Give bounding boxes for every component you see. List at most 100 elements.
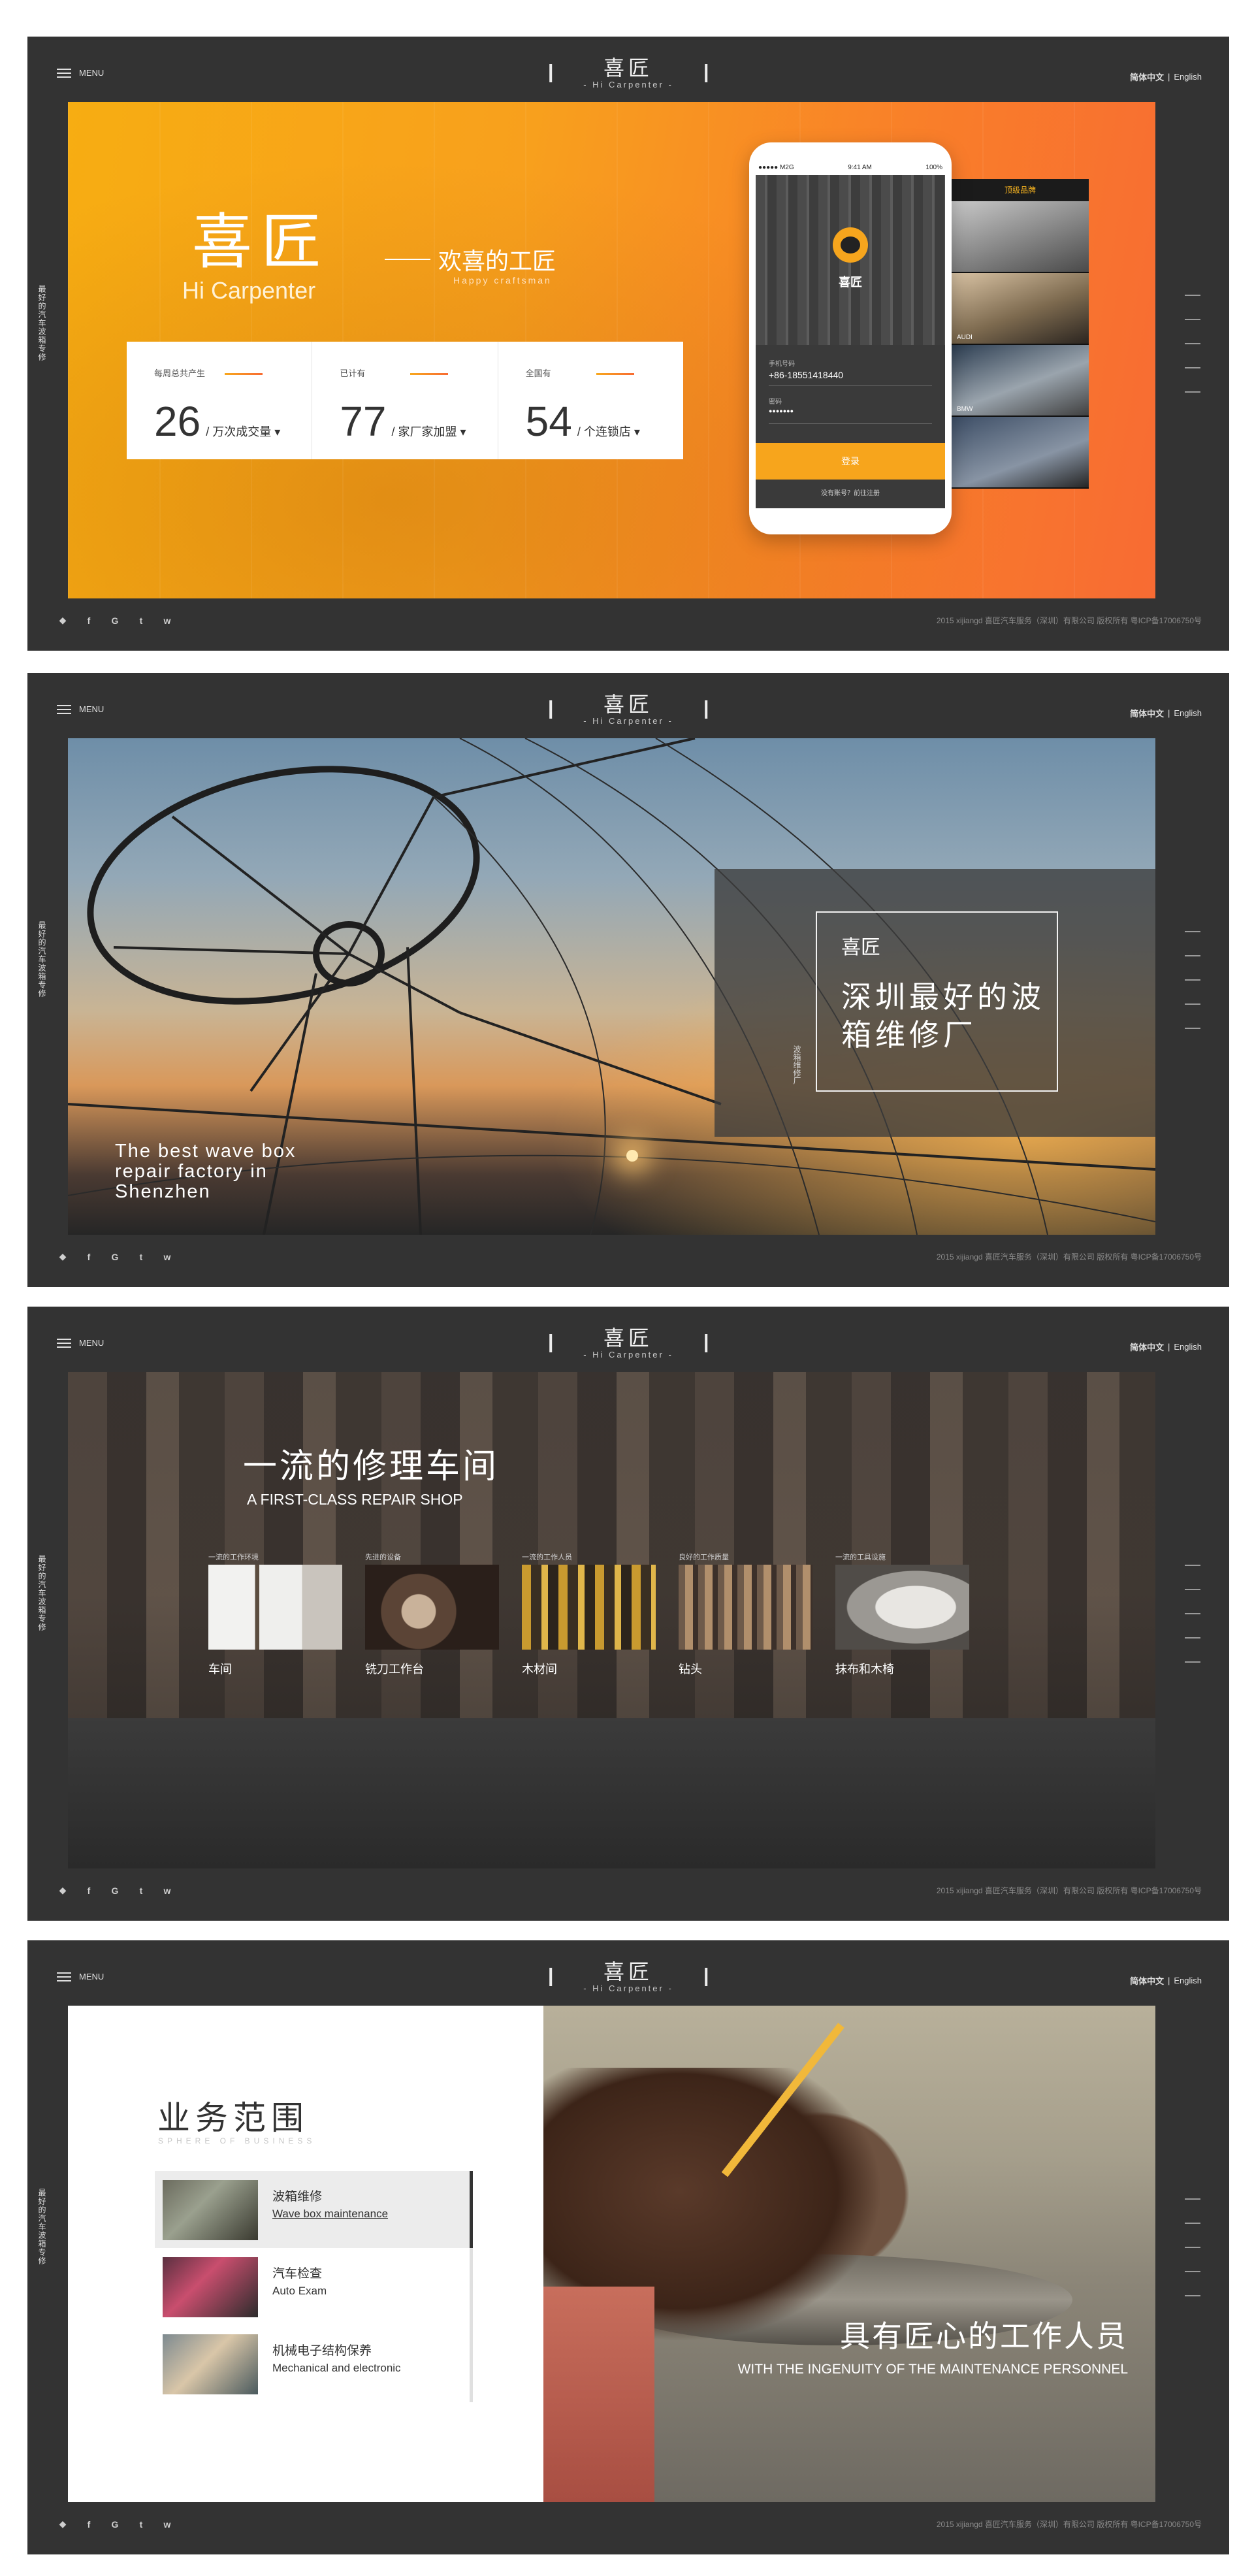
side-slogan: 最好的汽车波箱专修 (37, 2189, 46, 2265)
factory-caption-en: The best wave box repair factory in Shen… (115, 1141, 297, 1202)
twitter-icon[interactable]: t (135, 2519, 147, 2530)
business-panel: 业务范围 SPHERE OF BUSINESS 波箱维修 Wave box ma… (68, 2006, 1155, 2502)
lang-english-link[interactable]: English (1174, 1342, 1202, 1352)
box-vertical-label: 波箱维修厂 (792, 1045, 801, 1084)
page-dot[interactable] (1185, 1661, 1200, 1663)
service-item-wave-box[interactable]: 波箱维修 Wave box maintenance (155, 2171, 473, 2248)
category-card[interactable]: 一流的工作人员 木材间 (522, 1552, 656, 1677)
slide-pagination (1185, 295, 1200, 416)
stat-item: 每周总共产生 26/ 万次成交量 ▾ (127, 342, 313, 459)
car-card[interactable] (952, 201, 1089, 273)
stats-card: 每周总共产生 26/ 万次成交量 ▾ 已计有 77/ 家厂家加盟 ▾ 全国有 5… (127, 342, 683, 459)
slide-home: MENU 喜匠 - Hi Carpenter - 简体中文 | English … (27, 37, 1229, 651)
google-icon[interactable]: G (109, 615, 121, 626)
page-dot[interactable] (1185, 1589, 1200, 1590)
page-dot[interactable] (1185, 955, 1200, 956)
category-card[interactable]: 一流的工具设施 抹布和木椅 (835, 1552, 969, 1677)
login-button[interactable]: 登录 (756, 443, 945, 480)
car-card[interactable]: BMW (952, 345, 1089, 417)
google-icon[interactable]: G (109, 2519, 121, 2530)
page-dot[interactable] (1185, 931, 1200, 932)
category-thumbnail (522, 1565, 656, 1650)
phone-status-bar: ●●●●● M2G 9:41 AM 100% (758, 164, 942, 171)
logo[interactable]: 喜匠 - Hi Carpenter - (549, 1960, 707, 1994)
weibo-icon[interactable]: w (161, 1885, 173, 1896)
lang-chinese-link[interactable]: 简体中文 (1130, 1341, 1164, 1353)
category-thumbnail (679, 1565, 812, 1650)
hero-title-en: Hi Carpenter (182, 277, 316, 304)
page-dot[interactable] (1185, 1613, 1200, 1614)
page-dot[interactable] (1185, 1565, 1200, 1566)
car-card[interactable]: AUDI (952, 273, 1089, 345)
qq-icon[interactable]: ◆ (57, 1251, 69, 1262)
weibo-icon[interactable]: w (161, 615, 173, 626)
page-dot[interactable] (1185, 1637, 1200, 1639)
workshop-photo: 一流的修理车间 A FIRST-CLASS REPAIR SHOP 一流的工作环… (68, 1372, 1155, 1868)
lang-english-link[interactable]: English (1174, 72, 1202, 82)
category-card[interactable]: 先进的设备 铣刀工作台 (365, 1552, 499, 1677)
page-dot[interactable] (1185, 2271, 1200, 2272)
slide-business: MENU 喜匠 - Hi Carpenter - 简体中文 | English … (27, 1940, 1229, 2554)
lang-english-link[interactable]: English (1174, 1976, 1202, 1985)
google-icon[interactable]: G (109, 1252, 121, 1262)
service-item-mechanical[interactable]: 机械电子结构保养 Mechanical and electronic (155, 2325, 473, 2402)
lang-chinese-link[interactable]: 简体中文 (1130, 1974, 1164, 1987)
page-dot[interactable] (1185, 391, 1200, 393)
lang-chinese-link[interactable]: 简体中文 (1130, 707, 1164, 719)
phone-mockup-brands: 顶级品牌 AUDI BMW (952, 179, 1089, 489)
facebook-icon[interactable]: f (83, 2519, 95, 2530)
menu-button[interactable]: MENU (57, 1972, 104, 1981)
qq-icon[interactable]: ◆ (57, 615, 69, 626)
menu-button[interactable]: MENU (57, 704, 104, 714)
logo[interactable]: 喜匠 - Hi Carpenter - (549, 1326, 707, 1360)
password-field[interactable]: ●●●●●●● (769, 408, 794, 414)
language-switcher: 简体中文 | English (1129, 1974, 1202, 1987)
qq-icon[interactable]: ◆ (57, 1885, 69, 1896)
lang-english-link[interactable]: English (1174, 708, 1202, 718)
mascot-icon (833, 227, 868, 263)
logo[interactable]: 喜匠 - Hi Carpenter - (549, 56, 707, 90)
register-link[interactable]: 没有账号？前往注册 (756, 487, 945, 497)
hamburger-icon (57, 1338, 71, 1348)
facebook-icon[interactable]: f (83, 615, 95, 626)
google-icon[interactable]: G (109, 1885, 121, 1896)
page-dot[interactable] (1185, 343, 1200, 344)
logo[interactable]: 喜匠 - Hi Carpenter - (549, 693, 707, 726)
lang-chinese-link[interactable]: 简体中文 (1130, 71, 1164, 83)
twitter-icon[interactable]: t (135, 1885, 147, 1896)
hero-title-cn: 喜匠 (192, 207, 331, 277)
page-dot[interactable] (1185, 367, 1200, 368)
page-dot[interactable] (1185, 1003, 1200, 1005)
language-switcher: 简体中文 | English (1129, 71, 1202, 83)
stat-item: 全国有 54/ 个连锁店 ▾ (525, 368, 640, 445)
language-switcher: 简体中文 | English (1129, 1341, 1202, 1353)
page-dot[interactable] (1185, 2247, 1200, 2248)
page-dot[interactable] (1185, 2295, 1200, 2296)
phone-number-field[interactable]: +86-18551418440 (769, 370, 843, 380)
page-dot[interactable] (1185, 979, 1200, 981)
service-item-auto-exam[interactable]: 汽车检查 Auto Exam (155, 2248, 473, 2325)
facebook-icon[interactable]: f (83, 1252, 95, 1262)
twitter-icon[interactable]: t (135, 1252, 147, 1262)
weibo-icon[interactable]: w (161, 1252, 173, 1262)
twitter-icon[interactable]: t (135, 615, 147, 626)
menu-button[interactable]: MENU (57, 1338, 104, 1348)
social-links: ◆ f G t w (57, 1251, 173, 1262)
page-dot[interactable] (1185, 1028, 1200, 1029)
car-card[interactable] (952, 417, 1089, 489)
page-dot[interactable] (1185, 2198, 1200, 2200)
page-dot[interactable] (1185, 295, 1200, 296)
copyright: 2015 xijiangd 喜匠汽车服务（深圳）有限公司 版权所有 粤ICP备1… (936, 2520, 1202, 2529)
weibo-icon[interactable]: w (161, 2519, 173, 2530)
qq-icon[interactable]: ◆ (57, 2519, 69, 2530)
social-links: ◆ f G t w (57, 615, 173, 626)
menu-button[interactable]: MENU (57, 68, 104, 78)
category-card[interactable]: 一流的工作环境 车间 (208, 1552, 342, 1677)
menu-label: MENU (79, 68, 104, 78)
facebook-icon[interactable]: f (83, 1885, 95, 1896)
page-dot[interactable] (1185, 319, 1200, 320)
craftsman-caption-cn: 具有匠心的工作人员 (840, 2319, 1128, 2353)
tagline: 欢喜的工匠 (385, 242, 556, 276)
page-dot[interactable] (1185, 2223, 1200, 2224)
category-card[interactable]: 良好的工作质量 钻头 (679, 1552, 812, 1677)
